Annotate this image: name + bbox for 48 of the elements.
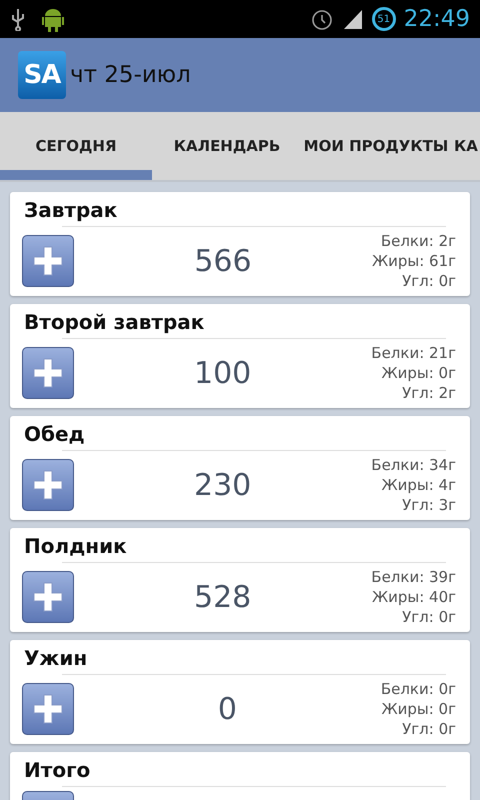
macro-text: Жиры: 0г <box>380 363 456 383</box>
plus-icon <box>32 469 64 501</box>
add-button[interactable] <box>22 347 74 399</box>
macro-text: Жиры: 40г <box>371 587 456 607</box>
macro-text: Жиры: 0г <box>380 699 456 719</box>
action-bar-title: чт 25-июл <box>70 60 191 90</box>
meal-title: Ужин <box>24 646 88 670</box>
macro-text: Угл: 0г <box>401 607 456 627</box>
calorie-count: 100 <box>193 354 252 392</box>
macro-text: Белки: 39г <box>371 567 456 587</box>
macro-text: Угл: 0г <box>401 719 456 739</box>
calorie-count: 0 <box>216 690 238 728</box>
macro-text: Жиры: 61г <box>372 251 456 271</box>
alarm-icon <box>310 7 334 31</box>
meal-title: Завтрак <box>24 198 118 222</box>
plus-icon <box>32 581 64 613</box>
android-icon <box>42 6 64 32</box>
calorie-count: 566 <box>193 242 253 280</box>
tab[interactable]: КАЛЕНДАРЬ <box>152 112 302 180</box>
add-button[interactable] <box>22 683 74 735</box>
tab[interactable]: МОИ ПРОДУКТЫ <box>302 112 450 180</box>
add-button[interactable] <box>22 571 74 623</box>
add-button[interactable] <box>22 459 74 511</box>
macro-text: Белки: 2г <box>380 231 456 251</box>
meal-title: Итого <box>24 758 92 782</box>
macro-text: Жиры: 4г <box>380 475 456 495</box>
macro-text: Угл: 0г <box>401 271 456 291</box>
plus-icon <box>32 693 64 725</box>
battery-icon: 51 <box>372 7 396 31</box>
plus-icon <box>32 357 64 389</box>
plus-icon <box>32 245 64 277</box>
usb-icon <box>10 7 26 31</box>
add-button[interactable] <box>22 235 74 287</box>
macro-text: Белки: 34г <box>371 455 456 475</box>
calorie-count: 528 <box>193 578 252 616</box>
signal-icon <box>342 8 364 30</box>
meal-title: Полдник <box>24 534 128 558</box>
tab[interactable]: КА <box>450 112 480 180</box>
app-logo: SA <box>18 51 66 99</box>
meal-title: Второй завтрак <box>24 310 206 334</box>
macro-text: Угл: 3г <box>401 495 456 515</box>
macro-text: Белки: 21г <box>371 343 456 363</box>
meal-title: Обед <box>24 422 86 446</box>
macro-text: Угл: 2г <box>401 383 456 403</box>
clock: 22:49 <box>404 4 470 34</box>
tab[interactable]: СЕГОДНЯ <box>0 112 152 180</box>
macro-text: Белки: 0г <box>380 679 456 699</box>
calorie-count: 230 <box>193 466 252 504</box>
